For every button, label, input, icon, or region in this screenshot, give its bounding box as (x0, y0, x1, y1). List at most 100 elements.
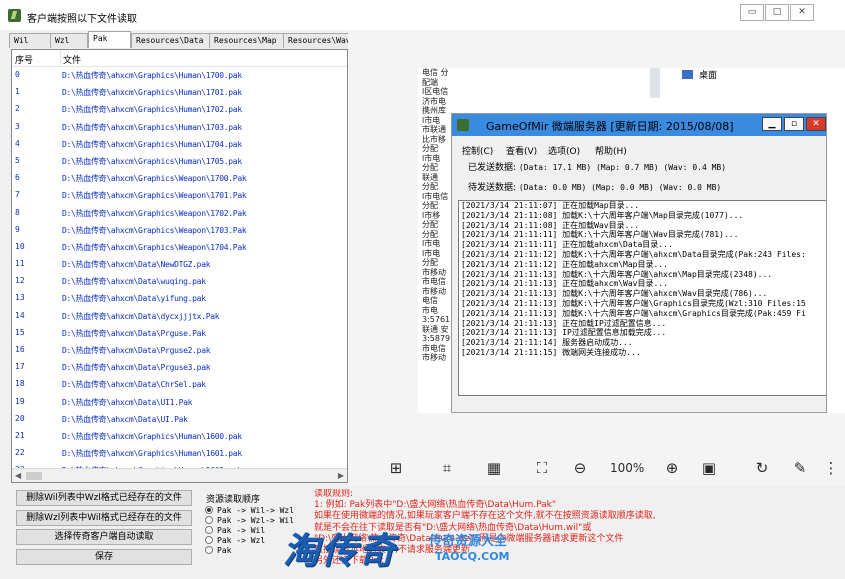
table-row[interactable]: 20 D:\热血传奇\ahxcm\Data\UI.Pak (12, 411, 347, 428)
table-row[interactable]: 11 D:\热血传奇\ahxcm\Data\NewDTGZ.pak (12, 256, 347, 273)
row-file-path: D:\热血传奇\ahxcm\Graphics\Weapon\1703.Pak (62, 225, 247, 235)
desktop-text-line: 携州库 (422, 106, 446, 115)
resource-order-option[interactable]: Pak -> Wzl-> Wil (205, 516, 294, 525)
table-row[interactable]: 22 D:\热血传奇\ahxcm\Graphics\Human\1601.pak (12, 445, 347, 462)
zoom-in-icon[interactable]: ⊕ (661, 459, 683, 477)
row-file-path: D:\热血传奇\ahxcm\Graphics\Weapon\1704.Pak (62, 242, 247, 252)
resource-order-option[interactable]: Pak (205, 546, 231, 555)
screenshot-icon[interactable]: ⊞ (385, 459, 407, 477)
row-file-path: D:\热血传奇\ahxcm\Data\UI1.Pak (62, 397, 193, 407)
table-row[interactable]: 0 D:\热血传奇\ahxcm\Graphics\Human\1700.pak (12, 67, 347, 84)
microserver-app-icon (457, 119, 469, 131)
zoom-out-icon[interactable]: ⊖ (569, 459, 591, 477)
save-button[interactable]: 保存 (16, 549, 192, 565)
file-list[interactable]: 序号 文件 0 D:\热血传奇\ahxcm\Graphics\Human\1700… (11, 49, 348, 483)
desktop-text-line: 联通 (422, 172, 438, 182)
table-row[interactable]: 18 D:\热血传奇\ahxcm\Data\ChrSel.pak (12, 376, 347, 393)
log-line: [2021/3/14 21:11:15] 微端网关连接成功... (461, 347, 641, 357)
table-row[interactable]: 16 D:\热血传奇\ahxcm\Data\Prguse2.pak (12, 342, 347, 359)
list-rows: 0 D:\热血传奇\ahxcm\Graphics\Human\1700.pak 1 D… (12, 67, 347, 480)
minimize-button[interactable]: ▭ (740, 4, 764, 21)
tab-resources-map[interactable]: Resources\Map (209, 33, 284, 48)
horizontal-scrollbar[interactable]: ◀ ▶ (12, 468, 347, 482)
tab-wzl[interactable]: Wzl (50, 33, 88, 48)
table-row[interactable]: 1 D:\热血传奇\ahxcm\Graphics\Human\1701.pak (12, 84, 347, 101)
viewer-toolbar: ⊞ ⌗ ▦ ⛶ ⊖ 100% ⊕ ▣ ↻ ✎ ⋮ (348, 447, 845, 487)
actual-size-icon[interactable]: ▣ (698, 459, 720, 477)
desktop-text-line: 市移动 (422, 353, 446, 362)
auto-read-client-button[interactable]: 选择传奇客户端自动读取 (16, 529, 192, 545)
rotate-icon[interactable]: ↻ (751, 459, 773, 477)
microserver-statusbar (458, 400, 826, 412)
table-row[interactable]: 17 D:\热血传奇\ahxcm\Data\Prguse3.pak (12, 359, 347, 376)
log-line: [2021/3/14 21:11:11] 加载K:\十六周年客户端\Wav目录完… (461, 230, 739, 240)
table-row[interactable]: 5 D:\热血传奇\ahxcm\Graphics\Human\1705.pak (12, 153, 347, 170)
maximize-button[interactable]: □ (765, 4, 789, 21)
table-row[interactable]: 3 D:\热血传奇\ahxcm\Graphics\Human\1703.pak (12, 119, 347, 136)
row-index: 8 (15, 207, 20, 217)
tab-wil[interactable]: Wil (9, 33, 51, 48)
tab-pak[interactable]: Pak (88, 31, 131, 48)
resource-order-label: Pak -> Wzl (217, 536, 266, 545)
table-row[interactable]: 4 D:\热血传奇\ahxcm\Graphics\Human\1704.pak (12, 136, 347, 153)
column-header-index[interactable]: 序号 (15, 53, 33, 66)
resource-order-label: Pak -> Wil (217, 526, 266, 535)
desktop-text-line: 分配 (422, 220, 438, 229)
scroll-left-icon[interactable]: ◀ (15, 471, 21, 480)
table-row[interactable]: 15 D:\热血传奇\ahxcm\Data\Prguse.Pak (12, 325, 347, 342)
resource-order-option[interactable]: Pak -> Wzl (205, 536, 265, 545)
row-file-path: D:\热血传奇\ahxcm\Graphics\Human\1703.pak (62, 122, 242, 132)
scroll-right-icon[interactable]: ▶ (338, 471, 344, 480)
row-file-path: D:\热血传奇\ahxcm\Data\yifung.pak (62, 294, 206, 304)
table-row[interactable]: 19 D:\热血传奇\ahxcm\Data\UI1.Pak (12, 394, 347, 411)
row-index: 2 (15, 104, 20, 114)
radio-button-icon[interactable] (205, 516, 213, 524)
microserver-titlebar: GameOfMir 微端服务器 [更新日期: 2015/08/08] ▁ ▫ ✕ (452, 114, 826, 136)
row-file-path: D:\热血传奇\ahxcm\Graphics\Human\1705.pak (62, 156, 242, 166)
explorer-strip (650, 68, 660, 98)
microserver-title: GameOfMir 微端服务器 [更新日期: 2015/08/08] (486, 120, 734, 133)
radio-button-icon[interactable] (205, 536, 213, 544)
tab-resources-wav[interactable]: Resources\Wav (283, 33, 348, 48)
close-button[interactable]: ✕ (790, 4, 814, 21)
table-row[interactable]: 14 D:\热血传奇\ahxcm\Data\dycxjjjtx.Pak (12, 308, 347, 325)
delete-wzl-duplicates-button[interactable]: 删除Wzl列表中Wil格式已经存在的文件 (16, 510, 192, 526)
row-file-path: D:\热血传奇\ahxcm\Data\wuqing.pak (62, 277, 206, 287)
row-index: 15 (15, 327, 25, 337)
delete-wil-duplicates-button[interactable]: 删除Wil列表中Wzl格式已经存在的文件 (16, 490, 192, 506)
table-row[interactable]: 13 D:\热血传奇\ahxcm\Data\yifung.pak (12, 290, 347, 307)
microserver-maximize-icon: ▫ (784, 117, 804, 131)
radio-button-icon[interactable] (205, 546, 213, 554)
row-file-path: D:\热血传奇\ahxcm\Data\UI.Pak (62, 414, 188, 424)
scroll-thumb[interactable] (26, 472, 42, 480)
table-row[interactable]: 6 D:\热血传奇\ahxcm\Graphics\Weapon\1700.Pak (12, 170, 347, 187)
table-row[interactable]: 9 D:\热血传奇\ahxcm\Graphics\Weapon\1703.Pak (12, 222, 347, 239)
column-divider[interactable] (60, 50, 61, 67)
row-file-path: D:\热血传奇\ahxcm\Data\Prguse3.pak (62, 363, 211, 373)
desktop-text-line: l市电 (422, 248, 441, 258)
radio-button-icon[interactable] (205, 526, 213, 534)
edit-icon[interactable]: ✎ (789, 459, 811, 477)
image-viewer: 电信 分配端 l区电信 济市电 携州库 l市电 市联通 比市移 分配 l市电 分配 联通 分配 l市电信… (348, 30, 845, 486)
table-row[interactable]: 12 D:\热血传奇\ahxcm\Data\wuqing.pak (12, 273, 347, 290)
table-row[interactable]: 7 D:\热血传奇\ahxcm\Graphics\Weapon\1701.Pak (12, 187, 347, 204)
desktop-text-line: l市移 (422, 210, 441, 220)
crop-icon[interactable]: ⌗ (436, 459, 458, 477)
row-file-path: D:\热血传奇\ahxcm\Data\Prguse.Pak (62, 328, 206, 338)
table-row[interactable]: 8 D:\热血传奇\ahxcm\Graphics\Weapon\1702.Pak (12, 205, 347, 222)
table-row[interactable]: 2 D:\热血传奇\ahxcm\Graphics\Human\1702.pak (12, 101, 347, 118)
resource-order-option[interactable]: Pak -> Wil (205, 526, 265, 535)
resource-order-label: Pak -> Wil-> Wzl (217, 506, 295, 515)
fit-icon[interactable]: ⛶ (531, 459, 553, 477)
column-header-file[interactable]: 文件 (63, 53, 81, 66)
ocr-icon[interactable]: ▦ (483, 459, 505, 477)
tab-resources-data[interactable]: Resources\Data (131, 33, 210, 48)
row-index: 6 (15, 173, 20, 183)
list-header: 序号 文件 (12, 50, 347, 67)
more-icon[interactable]: ⋮ (820, 459, 842, 477)
table-row[interactable]: 10 D:\热血传奇\ahxcm\Graphics\Weapon\1704.Pak (12, 239, 347, 256)
resource-order-option[interactable]: Pak -> Wil-> Wzl (205, 506, 294, 515)
radio-button-icon[interactable] (205, 506, 213, 514)
row-index: 13 (15, 293, 25, 303)
table-row[interactable]: 21 D:\热血传奇\ahxcm\Graphics\Human\1600.pak (12, 428, 347, 445)
